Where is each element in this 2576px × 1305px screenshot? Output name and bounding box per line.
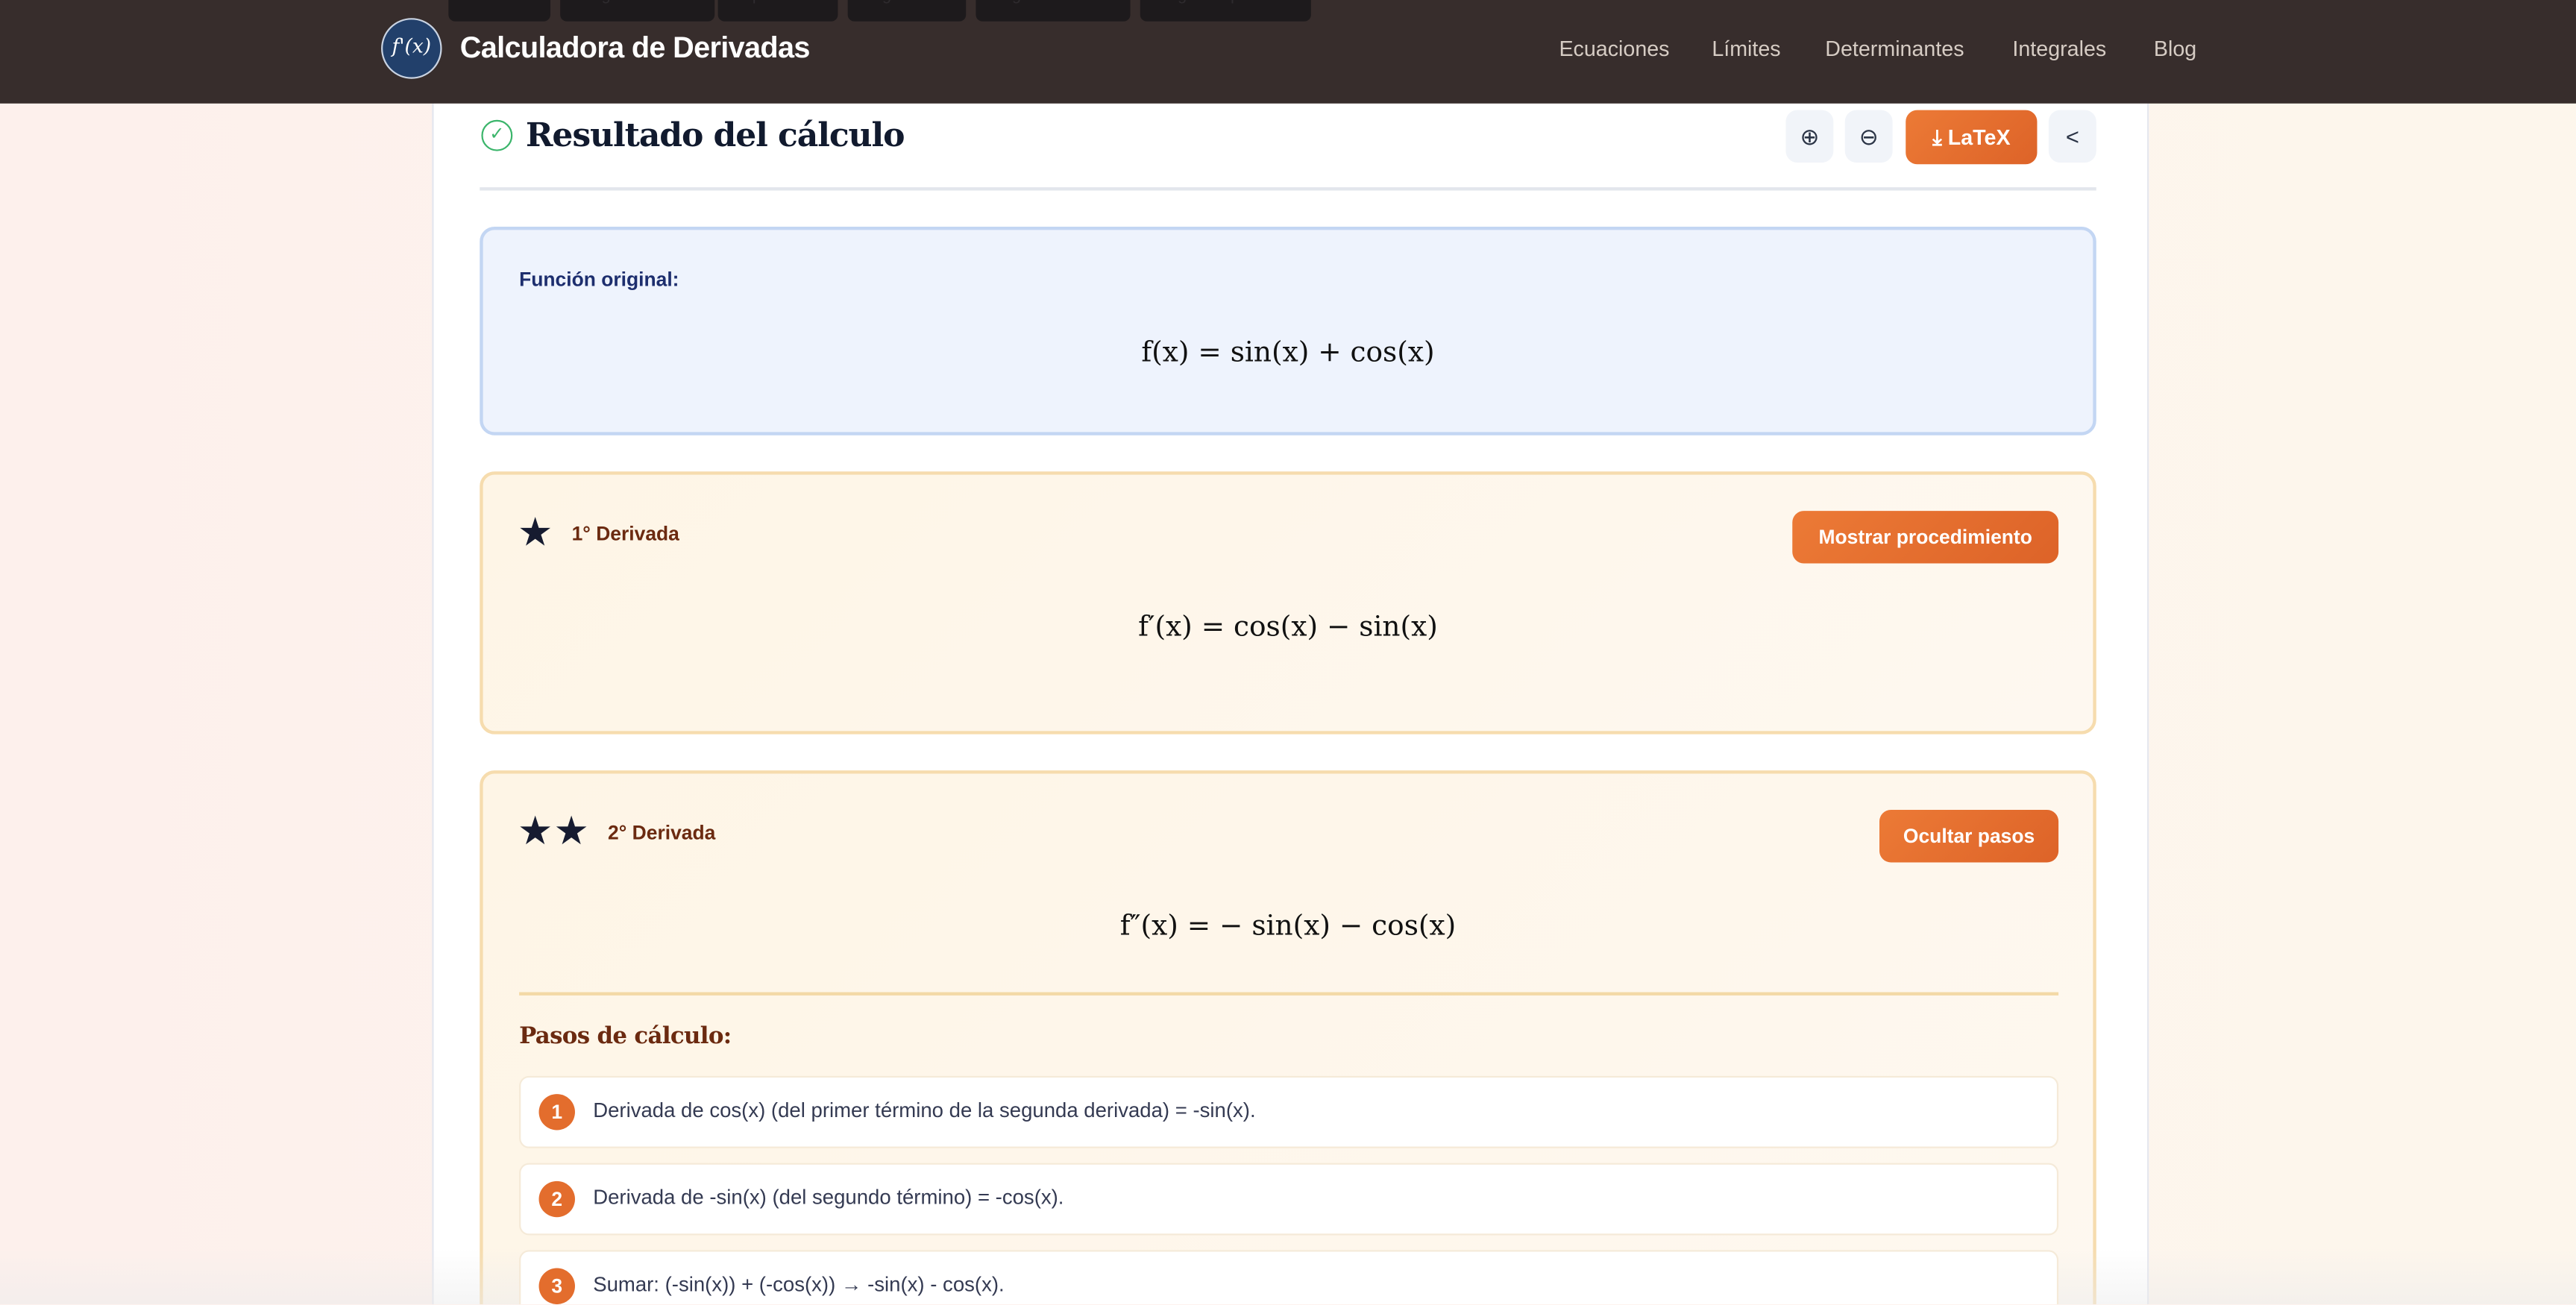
star-icon: ★	[518, 509, 553, 557]
latex-label: LaTeX	[1948, 125, 2011, 149]
step-item: 2 Derivada de -sin(x) (del segundo térmi…	[519, 1163, 2058, 1236]
page: Polinomio Trigonométrica Exponencial Log…	[0, 0, 2576, 1304]
step-text: Derivada de cos(x) (del primer término d…	[593, 1099, 1255, 1122]
original-formula: f(x) = sin(x) + cos(x)	[480, 337, 2096, 370]
second-derivative-label: 2° Derivada	[608, 821, 715, 844]
original-function-box	[480, 227, 2096, 435]
second-derivative-formula: f″(x) = − sin(x) − cos(x)	[480, 910, 2096, 943]
step-number: 3	[539, 1268, 575, 1304]
download-icon: ⤓	[1932, 125, 1948, 149]
step-item: 1 Derivada de cos(x) (del primer término…	[519, 1076, 2058, 1148]
step-item: 3 Sumar: (-sin(x)) + (-cos(x)) → -sin(x)…	[519, 1250, 2058, 1304]
latex-download-button[interactable]: ⤓ LaTeX	[1906, 110, 2037, 165]
brand-title[interactable]: Calculadora de Derivadas	[460, 31, 810, 66]
share-button[interactable]: <	[2049, 110, 2096, 163]
tab-regla-producto[interactable]: Regla del producto	[1140, 0, 1311, 22]
step-number: 1	[539, 1094, 575, 1130]
zoom-out-icon: ⊖	[1859, 123, 1879, 149]
zoom-out-button[interactable]: ⊖	[1845, 110, 1893, 163]
steps-title: Pasos de cálculo:	[519, 1023, 731, 1049]
check-circle-icon: ✓	[481, 120, 512, 151]
share-icon: <	[2066, 123, 2079, 149]
step-number: 2	[539, 1181, 575, 1217]
nav-limites[interactable]: Límites	[1712, 36, 1780, 60]
first-derivative-label: 1° Derivada	[572, 522, 679, 545]
tab-logaritmica[interactable]: Logarítmica	[848, 0, 967, 22]
star-icon: ★	[553, 808, 588, 856]
hide-steps-button[interactable]: Ocultar pasos	[1879, 810, 2058, 862]
tab-polinomio[interactable]: Polinomio	[448, 0, 550, 22]
original-function-label: Función original:	[519, 268, 679, 291]
step-text: Derivada de -sin(x) (del segundo término…	[593, 1186, 1064, 1209]
first-derivative-formula: f′(x) = cos(x) − sin(x)	[480, 611, 2096, 644]
step-text: Sumar: (-sin(x)) + (-cos(x)) → -sin(x) -…	[593, 1273, 1004, 1296]
top-navbar: Polinomio Trigonométrica Exponencial Log…	[0, 0, 2576, 104]
tab-regla-cadena[interactable]: Regla de cadena	[976, 0, 1130, 22]
tab-trigonometrica[interactable]: Trigonométrica	[560, 0, 714, 22]
divider	[480, 187, 2096, 190]
zoom-in-icon: ⊕	[1800, 123, 1819, 149]
tab-exponencial[interactable]: Exponencial	[718, 0, 838, 22]
page-title: Resultado del cálculo	[526, 115, 905, 154]
show-procedure-button[interactable]: Mostrar procedimiento	[1792, 511, 2058, 563]
logo[interactable]: f'(x)	[381, 18, 442, 79]
star-icon: ★	[518, 808, 553, 856]
nav-ecuaciones[interactable]: Ecuaciones	[1559, 36, 1669, 60]
nav-determinantes[interactable]: Determinantes	[1825, 36, 1964, 60]
nav-integrales[interactable]: Integrales	[2012, 36, 2106, 60]
zoom-in-button[interactable]: ⊕	[1785, 110, 1833, 163]
divider	[519, 992, 2058, 995]
nav-blog[interactable]: Blog	[2154, 36, 2196, 60]
